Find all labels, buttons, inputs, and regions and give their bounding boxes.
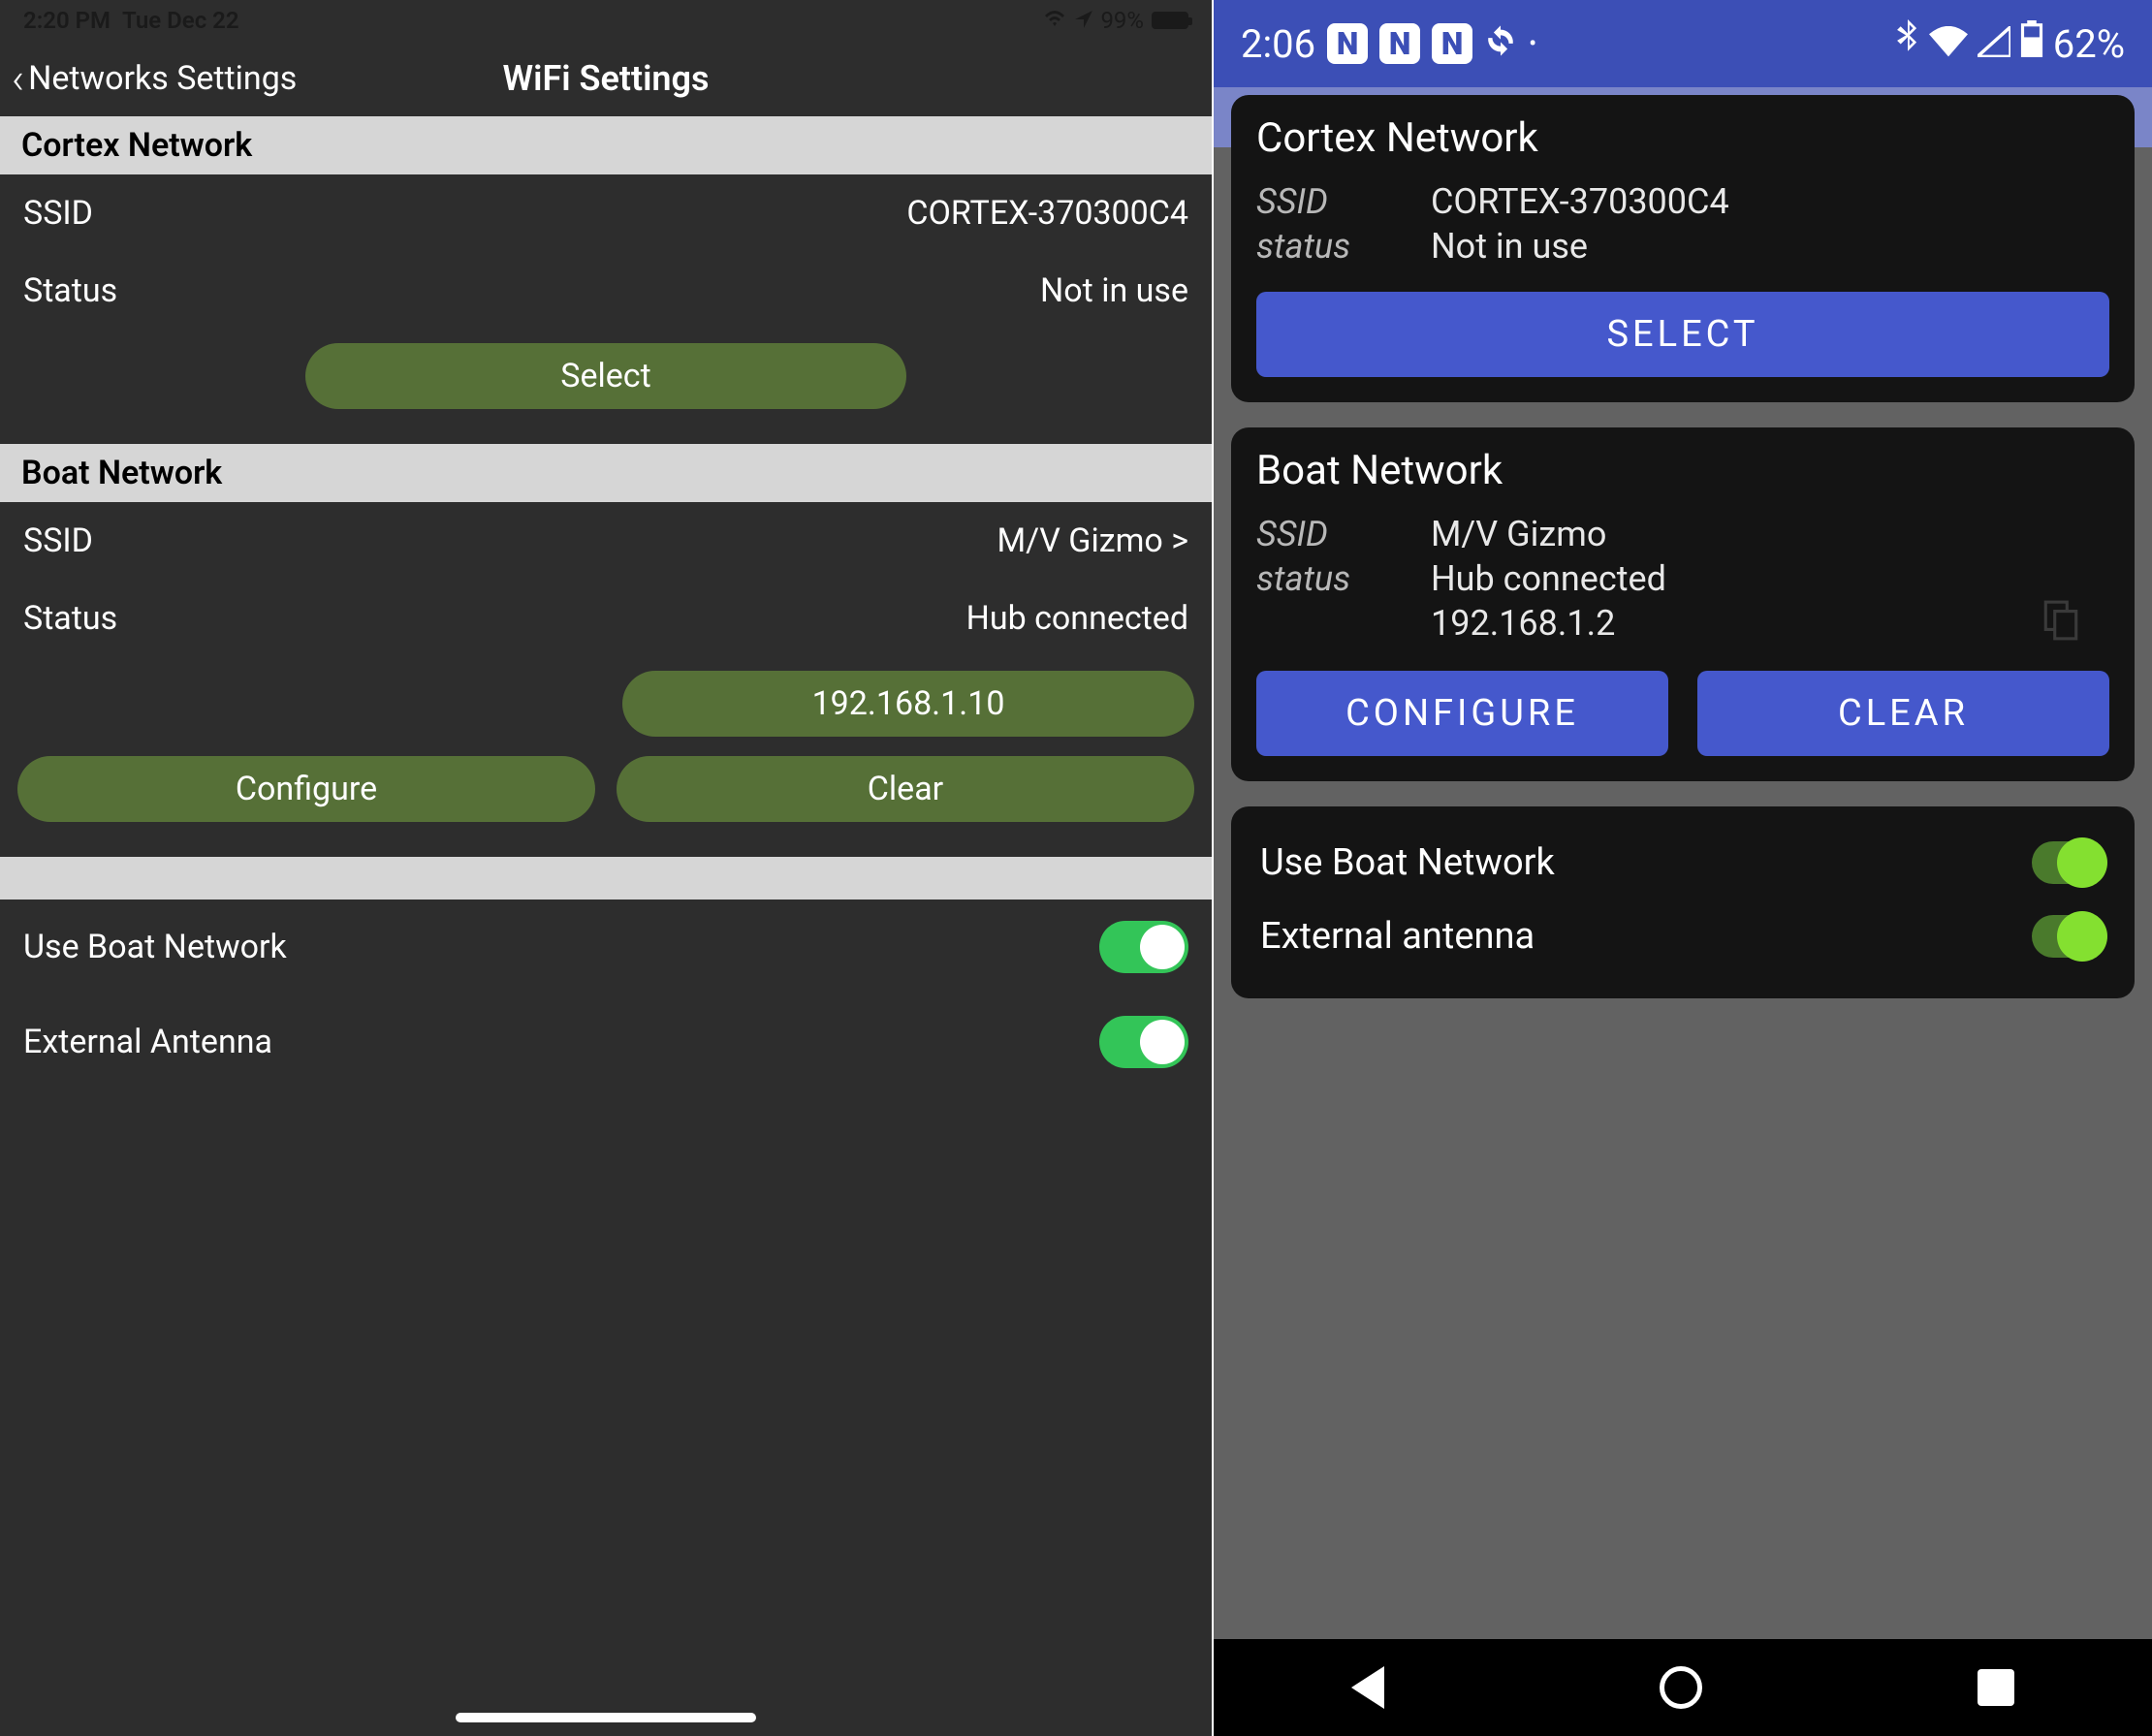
boat-ssid-value: M/V Gizmo > (997, 521, 1188, 560)
signal-icon (1978, 21, 2010, 67)
cortex-section: SSID CORTEX-370300C4 Status Not in use S… (0, 174, 1212, 444)
boat-status-row: Status Hub connected (0, 580, 1212, 657)
external-antenna-row: External antenna (1256, 900, 2109, 973)
boat-card: Boat Network SSID M/V Gizmo status Hub c… (1231, 427, 2135, 781)
toggles-section: Use Boat Network External Antenna (0, 900, 1212, 1119)
android-status-time: 2:06 (1241, 21, 1315, 67)
android-battery-pct: 62% (2053, 21, 2125, 67)
boat-ssid-row[interactable]: SSID M/V Gizmo > (0, 502, 1212, 580)
boat-status-label: status (1256, 558, 1402, 599)
nav-recents-button[interactable] (1978, 1669, 2014, 1706)
boat-status-value: Hub connected (966, 599, 1188, 638)
boat-section: SSID M/V Gizmo > Status Hub connected 19… (0, 502, 1212, 857)
ios-screen: 2:20 PM Tue Dec 22 99% ‹ Networks Settin… (0, 0, 1212, 1736)
use-boat-network-switch[interactable] (1099, 921, 1188, 973)
external-antenna-label: External antenna (1260, 915, 1535, 958)
cortex-ssid-row: SSID CORTEX-370300C4 (1256, 179, 2109, 224)
cortex-status-value: Not in use (1040, 271, 1188, 310)
cortex-section-header: Cortex Network (0, 116, 1212, 174)
cortex-select-button[interactable]: Select (305, 343, 906, 409)
chevron-left-icon: ‹ (12, 57, 24, 100)
android-screen: 2:06 N N N • 62% (1212, 0, 2152, 1736)
android-statusbar: 2:06 N N N • 62% (1214, 0, 2152, 87)
cortex-status-label: Status (23, 271, 117, 310)
back-button[interactable]: ‹ Networks Settings (12, 57, 297, 100)
toggles-card: Use Boat Network External antenna (1231, 806, 2135, 998)
boat-status-label: Status (23, 599, 117, 638)
bluetooth-icon (1896, 19, 1919, 68)
external-antenna-label: External Antenna (23, 1023, 272, 1061)
use-boat-network-row: Use Boat Network (0, 900, 1212, 994)
nav-back-button[interactable] (1351, 1666, 1384, 1709)
cortex-ssid-value: CORTEX-370300C4 (906, 194, 1188, 233)
app-notif-icon: N (1327, 23, 1368, 64)
android-navbar (1214, 1639, 2152, 1736)
boat-ssid-label: SSID (23, 521, 93, 560)
cortex-select-button[interactable]: SELECT (1256, 292, 2109, 377)
battery-icon (1152, 12, 1188, 29)
use-boat-network-label: Use Boat Network (1260, 841, 1555, 884)
boat-configure-button[interactable]: CONFIGURE (1256, 671, 1668, 756)
ios-statusbar: 2:20 PM Tue Dec 22 99% (0, 0, 1212, 41)
ios-status-time: 2:20 PM (23, 7, 111, 34)
boat-status-row: status Hub connected (1256, 556, 2109, 601)
boat-ssid-row: SSID M/V Gizmo (1256, 512, 2109, 556)
external-antenna-switch[interactable] (1099, 1016, 1188, 1068)
app-notif-icon: N (1432, 23, 1472, 64)
boat-section-header: Boat Network (0, 444, 1212, 502)
cortex-ssid-value: CORTEX-370300C4 (1431, 181, 1729, 222)
cortex-ssid-label: SSID (23, 194, 93, 233)
ios-navbar: ‹ Networks Settings WiFi Settings (0, 41, 1212, 116)
boat-status-value: Hub connected (1431, 558, 1666, 599)
cortex-status-value: Not in use (1431, 226, 1588, 267)
nav-home-button[interactable] (1660, 1666, 1702, 1709)
location-icon (1075, 7, 1092, 34)
boat-clear-button[interactable]: Clear (617, 756, 1194, 822)
wifi-icon (1042, 7, 1067, 34)
boat-ip-button[interactable]: 192.168.1.10 (622, 671, 1194, 737)
boat-ip-value: 192.168.1.2 (1431, 601, 2109, 644)
boat-card-title: Boat Network (1256, 447, 2109, 494)
cortex-card-title: Cortex Network (1256, 114, 2109, 162)
external-antenna-row: External Antenna (0, 994, 1212, 1089)
section-divider (0, 857, 1212, 900)
boat-configure-button[interactable]: Configure (17, 756, 595, 822)
boat-ssid-label: SSID (1256, 514, 1402, 554)
cortex-ssid-label: SSID (1256, 181, 1402, 222)
back-label: Networks Settings (28, 59, 297, 98)
copy-icon[interactable] (2041, 599, 2080, 646)
use-boat-network-label: Use Boat Network (23, 928, 287, 966)
ios-status-date: Tue Dec 22 (122, 7, 239, 34)
wifi-icon (1929, 21, 1968, 67)
cortex-status-row: Status Not in use (0, 252, 1212, 330)
battery-icon (2020, 20, 2043, 67)
sync-icon (1484, 21, 1517, 67)
app-notif-icon: N (1379, 23, 1420, 64)
use-boat-network-switch[interactable] (2032, 841, 2105, 884)
cortex-status-row: status Not in use (1256, 224, 2109, 268)
dot-icon: • (1529, 30, 1536, 57)
ios-battery-pct: 99% (1100, 7, 1144, 34)
use-boat-network-row: Use Boat Network (1256, 826, 2109, 900)
home-indicator[interactable] (456, 1713, 756, 1722)
cortex-status-label: status (1256, 226, 1402, 267)
cortex-card: Cortex Network SSID CORTEX-370300C4 stat… (1231, 95, 2135, 402)
boat-ssid-value: M/V Gizmo (1431, 514, 1606, 554)
external-antenna-switch[interactable] (2032, 915, 2105, 958)
cortex-ssid-row: SSID CORTEX-370300C4 (0, 174, 1212, 252)
boat-clear-button[interactable]: CLEAR (1697, 671, 2109, 756)
